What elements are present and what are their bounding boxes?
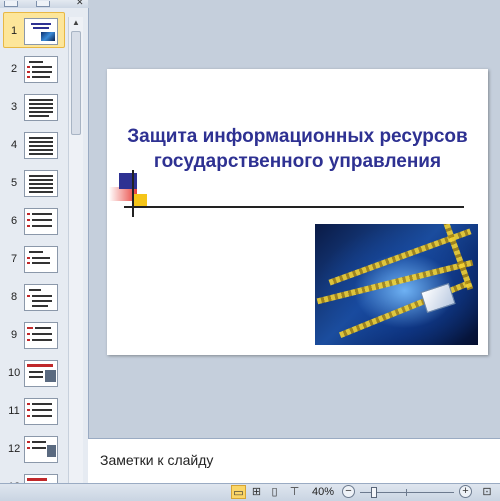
slide-preview xyxy=(24,170,58,197)
slide-number: 3 xyxy=(10,101,18,113)
slide-thumbnail-11[interactable]: 11 xyxy=(0,398,68,436)
scroll-up-icon[interactable]: ▲ xyxy=(69,17,83,29)
slide-thumbnail-12[interactable]: 12 xyxy=(0,436,68,474)
slide-preview xyxy=(24,208,58,235)
slide-number: 1 xyxy=(10,25,18,37)
slide-preview xyxy=(24,94,58,121)
scroll-thumb[interactable] xyxy=(71,31,81,135)
slide-canvas[interactable]: Защита информационных ресурсов государст… xyxy=(107,69,488,355)
fit-to-window-icon[interactable]: ⊡ xyxy=(480,485,494,499)
slide-preview xyxy=(24,360,58,387)
slide-thumbnail-7[interactable]: 7 xyxy=(0,246,68,284)
close-pane-icon[interactable]: ✕ xyxy=(76,0,84,8)
slide-show-icon[interactable]: ⊤ xyxy=(287,485,302,499)
notes-placeholder[interactable]: Заметки к слайду xyxy=(100,452,213,468)
slide-number: 9 xyxy=(10,329,18,341)
slide-preview xyxy=(24,284,58,311)
slide-preview xyxy=(24,56,58,83)
outline-tab[interactable] xyxy=(36,1,50,7)
slide-thumbnail-10[interactable]: 10 xyxy=(0,360,68,398)
slide-thumbnail-2[interactable]: 2 xyxy=(0,56,68,94)
slide-number: 12 xyxy=(8,443,21,455)
slide-preview xyxy=(24,322,58,349)
slide-preview xyxy=(24,132,58,159)
decor-vertical-line xyxy=(132,170,134,217)
slide-thumbnail-1[interactable]: 1 xyxy=(0,12,68,56)
zoom-slider-thumb[interactable] xyxy=(371,487,377,498)
slide-preview xyxy=(24,436,58,463)
slide-thumbnail-4[interactable]: 4 xyxy=(0,132,68,170)
slide-number: 10 xyxy=(8,367,21,379)
slide-number: 4 xyxy=(10,139,18,151)
zoom-mid-tick xyxy=(406,489,407,496)
decor-blue-square xyxy=(119,173,137,189)
zoom-level[interactable]: 40% xyxy=(312,486,334,498)
slide-thumbnail-9[interactable]: 9 xyxy=(0,322,68,360)
status-bar: ▭ ⊞ ▯ ⊤ 40% − + ⊡ xyxy=(0,483,500,501)
decor-horizontal-line xyxy=(124,206,464,208)
slide-number: 11 xyxy=(8,405,20,417)
slide-preview xyxy=(24,398,58,425)
slide-thumbnail-3[interactable]: 3 xyxy=(0,94,68,132)
slide-sorter-icon[interactable]: ⊞ xyxy=(249,485,264,499)
normal-view-icon[interactable]: ▭ xyxy=(231,485,246,499)
notes-pane[interactable]: Заметки к слайду xyxy=(88,438,500,484)
slide-thumbnail-8[interactable]: 8 xyxy=(0,284,68,322)
reading-view-icon[interactable]: ▯ xyxy=(267,485,282,499)
slide-number: 6 xyxy=(10,215,18,227)
zoom-out-button[interactable]: − xyxy=(342,485,355,498)
slide-preview xyxy=(24,246,58,273)
slides-tab[interactable] xyxy=(4,1,18,7)
slide-number: 7 xyxy=(10,253,18,265)
slide-thumbnail-5[interactable]: 5 xyxy=(0,170,68,208)
slide-title[interactable]: Защита информационных ресурсов государст… xyxy=(107,124,488,174)
slides-pane: 1 2 3 4 5 6 7 8 9 10 11 12 ▲ xyxy=(0,8,89,484)
slide-thumbnail-6[interactable]: 6 xyxy=(0,208,68,246)
slide-number: 5 xyxy=(10,177,18,189)
slide-number: 8 xyxy=(10,291,18,303)
card-icon xyxy=(420,282,456,314)
slide-number: 2 xyxy=(10,63,18,75)
slide-picture[interactable] xyxy=(315,224,478,345)
zoom-in-button[interactable]: + xyxy=(459,485,472,498)
slides-scrollbar[interactable]: ▲ xyxy=(68,17,83,484)
slide-preview xyxy=(24,18,58,45)
